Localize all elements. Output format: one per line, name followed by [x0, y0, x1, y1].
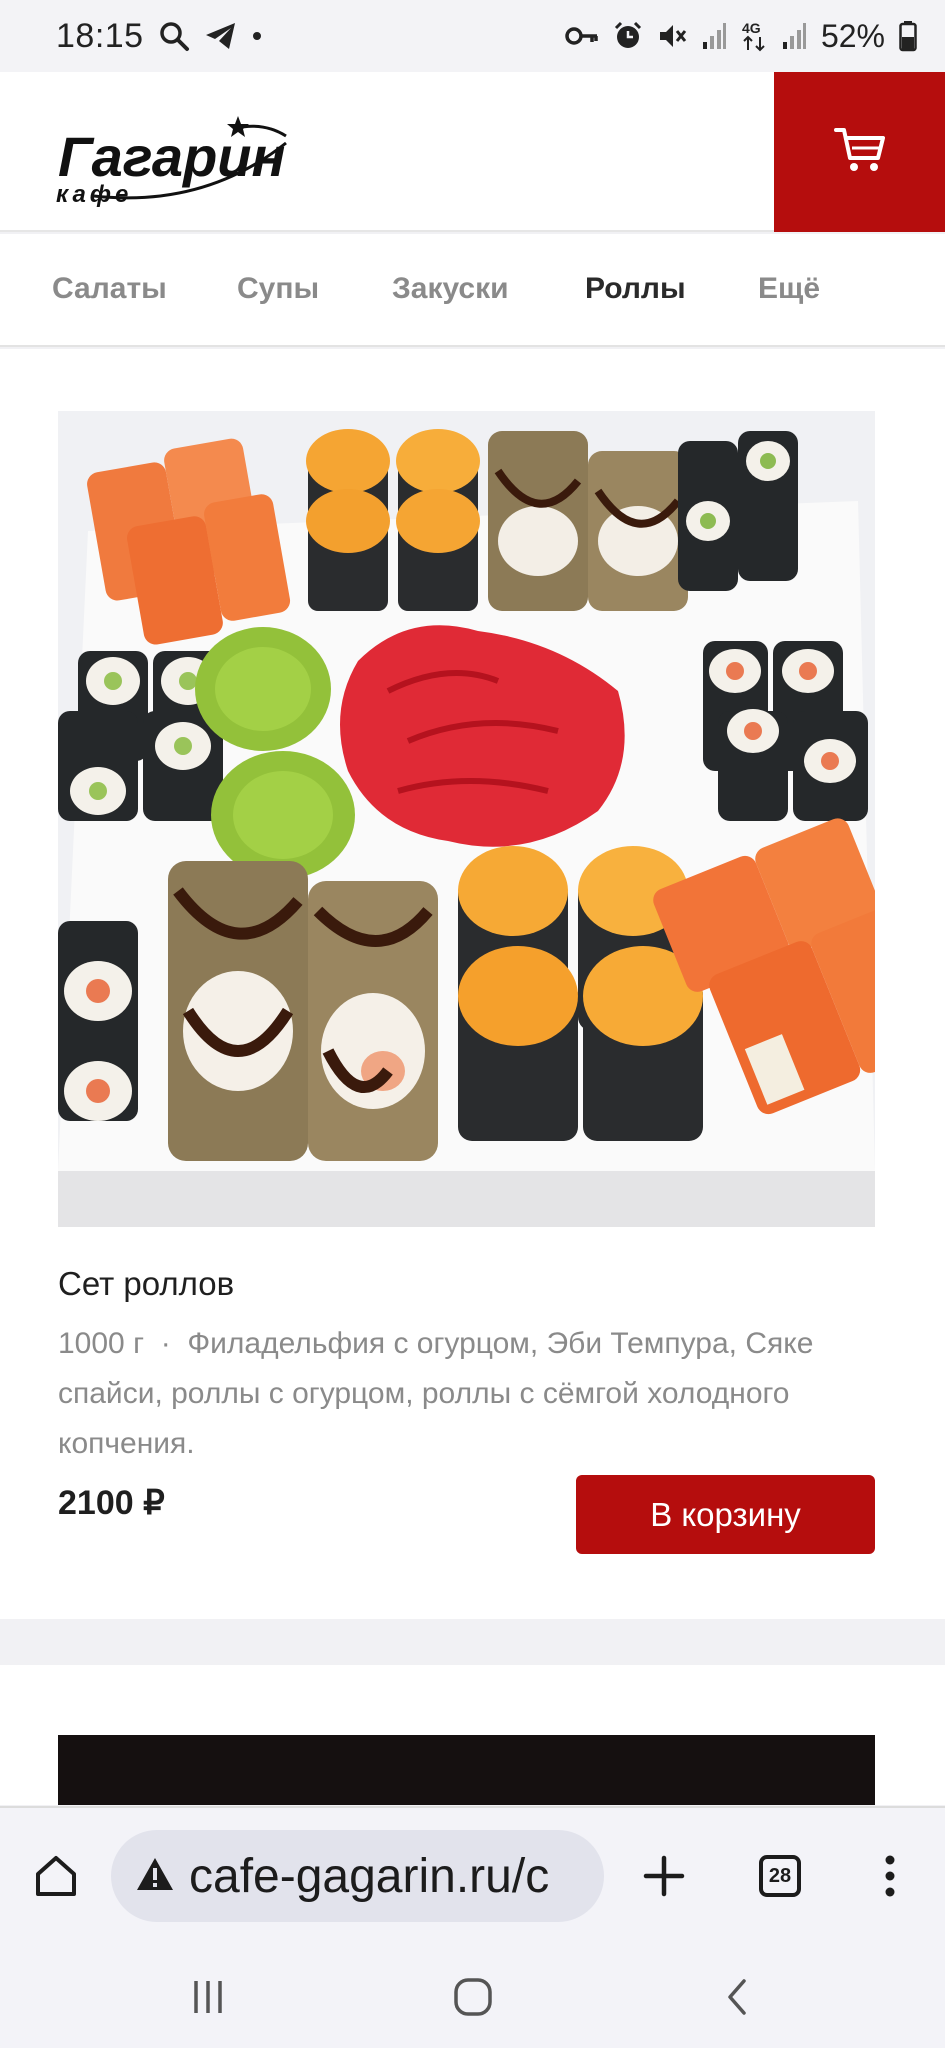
svg-text:4G: 4G	[742, 20, 761, 36]
product-card: Сет роллов 1000 г · Филадельфия с огурцо…	[0, 349, 945, 1619]
logo-sub: кафе	[56, 181, 132, 208]
category-nav: Салаты Супы Закуски Роллы Ещё	[0, 234, 945, 347]
url-text: cafe-gagarin.ru/c	[189, 1849, 550, 1903]
cart-button[interactable]	[774, 72, 945, 232]
add-to-cart-button[interactable]: В корзину	[576, 1475, 875, 1554]
product-ingredients: Филадельфия с огурцом, Эби Темпура, Сяке…	[58, 1327, 814, 1460]
4g-icon: 4G	[741, 20, 767, 52]
next-product-photo[interactable]	[58, 1735, 875, 1805]
category-rolls[interactable]: Роллы	[585, 272, 686, 306]
status-time: 18:15	[56, 16, 144, 55]
category-snacks[interactable]: Закуски	[392, 272, 509, 306]
tabs-button[interactable]: 28	[748, 1844, 812, 1908]
alarm-icon	[613, 21, 643, 51]
category-soups[interactable]: Супы	[237, 272, 319, 306]
card-divider	[0, 1619, 945, 1665]
status-right: 4G 52%	[565, 18, 917, 55]
warning-icon[interactable]	[135, 1856, 175, 1897]
category-salads[interactable]: Салаты	[52, 272, 167, 306]
system-nav-bar	[0, 1946, 945, 2048]
next-product-card	[0, 1665, 945, 1805]
more-icon[interactable]	[858, 1844, 922, 1908]
battery-percent: 52%	[820, 17, 885, 54]
site-header: Гагарин кафе	[0, 72, 945, 232]
logo[interactable]: Гагарин кафе	[54, 98, 304, 208]
back-icon[interactable]	[707, 1972, 767, 2022]
status-bar: 18:15 4G 52%	[0, 0, 945, 72]
product-title: Сет роллов	[58, 1265, 235, 1302]
plus-icon[interactable]	[632, 1844, 696, 1908]
browser-toolbar: cafe-gagarin.ru/c 28	[0, 1806, 945, 1946]
status-left: 18:15	[56, 17, 262, 56]
home-icon[interactable]	[24, 1844, 88, 1908]
search-icon	[158, 20, 190, 52]
tabs-icon: 28	[759, 1855, 801, 1897]
category-more[interactable]: Ещё	[758, 272, 820, 306]
dot-icon	[252, 31, 262, 41]
tabs-count: 28	[768, 1864, 792, 1887]
mute-icon	[657, 21, 687, 51]
logo-name: Гагарин	[58, 125, 285, 188]
product-photo[interactable]	[58, 411, 875, 1227]
recents-icon[interactable]	[178, 1972, 238, 2022]
product-description: 1000 г · Филадельфия с огурцом, Эби Темп…	[58, 1319, 888, 1469]
key-icon	[565, 25, 599, 47]
signal-icon	[701, 22, 727, 50]
cart-icon	[833, 126, 886, 179]
address-bar[interactable]: cafe-gagarin.ru/c	[111, 1830, 604, 1922]
product-weight: 1000 г	[58, 1327, 145, 1360]
separator-dot: ·	[160, 1327, 171, 1360]
signal-icon	[781, 22, 807, 50]
product-price: 2100 ₽	[58, 1484, 165, 1522]
home-circle-icon[interactable]	[443, 1972, 503, 2022]
battery-icon	[899, 20, 917, 52]
telegram-icon	[204, 21, 238, 51]
